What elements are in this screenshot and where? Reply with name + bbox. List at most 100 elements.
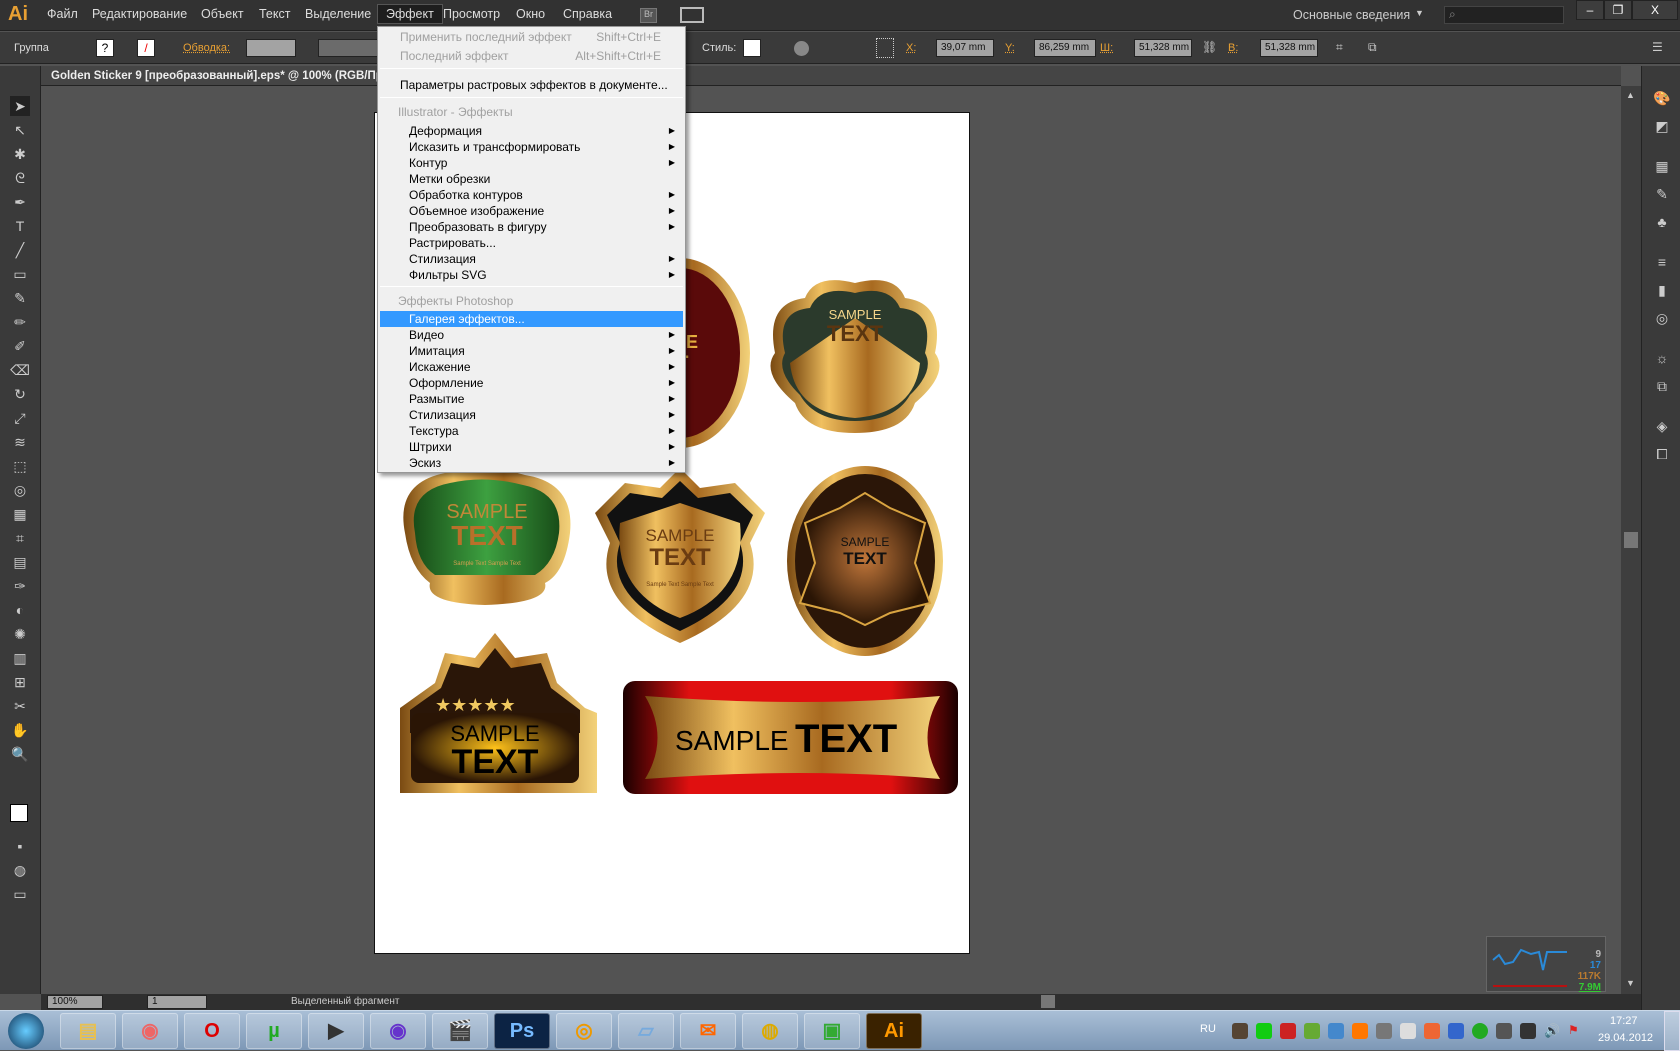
tray-globe-icon[interactable] (1232, 1023, 1248, 1039)
scroll-thumb[interactable] (1624, 532, 1638, 548)
search-input[interactable]: ⌕ (1444, 6, 1564, 24)
tray-red-app-icon[interactable] (1280, 1023, 1296, 1039)
mail-icon[interactable]: ✉ (680, 1013, 736, 1049)
sticker-brown-oval[interactable]: SAMPLE TEXT (787, 466, 943, 656)
brushes-icon[interactable]: ✎ (1652, 186, 1672, 206)
raster-effects-settings-item[interactable]: Параметры растровых эффектов в документе… (380, 77, 683, 93)
show-desktop-button[interactable] (1664, 1011, 1680, 1051)
isolate-icon[interactable]: ⧉ (1368, 40, 1377, 55)
screen-mode-icon[interactable]: ▭ (10, 884, 30, 904)
menu-file[interactable]: Файл (47, 7, 78, 21)
color-panel-icon[interactable]: 🎨 (1652, 90, 1672, 110)
panel-menu-icon[interactable]: ☰ (1652, 40, 1663, 54)
width-field[interactable]: 51,328 mm (1134, 39, 1192, 57)
effect-menu-item[interactable]: Стилизация ▶ (380, 251, 683, 267)
horizontal-scroll-thumb[interactable] (1041, 995, 1055, 1008)
photoshop-icon[interactable]: Ps (494, 1013, 550, 1049)
clock-time[interactable]: 17:27 (1610, 1015, 1638, 1027)
recolor-icon[interactable] (794, 41, 809, 56)
monitor-app-icon[interactable]: ▣ (804, 1013, 860, 1049)
layers-icon[interactable]: ◈ (1652, 418, 1672, 438)
effect-menu-item[interactable]: Имитация ▶ (380, 343, 683, 359)
line-tool-icon[interactable]: ╱ (10, 240, 30, 260)
effect-menu-item[interactable]: Растрировать... (380, 235, 683, 251)
scale-tool-icon[interactable]: ⤢ (10, 408, 30, 428)
brush-tool-icon[interactable]: ✎ (10, 288, 30, 308)
artboards-icon[interactable]: ⧠ (1652, 446, 1672, 466)
effect-menu-item[interactable]: Эскиз ▶ (380, 455, 683, 471)
mesh-tool-icon[interactable]: ⌗ (10, 528, 30, 548)
effect-menu-item[interactable]: Деформация ▶ (380, 123, 683, 139)
graphic-styles-icon[interactable]: ⧉ (1652, 378, 1672, 398)
effect-menu-item[interactable]: Контур ▶ (380, 155, 683, 171)
scroll-down-icon[interactable]: ▼ (1626, 978, 1635, 988)
zoom-tool-icon[interactable]: 🔍 (10, 744, 30, 764)
bridge-button[interactable]: Br (640, 8, 657, 23)
magic-wand-icon[interactable]: ✱ (10, 144, 30, 164)
perspective-grid-icon[interactable]: ▦ (10, 504, 30, 524)
eyedropper-icon[interactable]: ✑ (10, 576, 30, 596)
menu-text[interactable]: Текст (259, 7, 290, 21)
illustrator-taskbar-icon[interactable]: Ai (866, 1013, 922, 1049)
pencil-tool-icon[interactable]: ✏ (10, 312, 30, 332)
variable-width-profile[interactable] (318, 39, 378, 57)
type-tool-icon[interactable]: T (10, 216, 30, 236)
media-player-icon[interactable]: ▶ (308, 1013, 364, 1049)
tray-meter-icon[interactable] (1256, 1023, 1272, 1039)
start-button[interactable] (8, 1013, 44, 1049)
close-button[interactable]: X (1632, 0, 1678, 20)
tray-user-icon[interactable] (1376, 1023, 1392, 1039)
effect-menu-item[interactable]: Фильтры SVG ▶ (380, 267, 683, 283)
gradient-panel-icon[interactable]: ▮ (1652, 282, 1672, 302)
clock-date[interactable]: 29.04.2012 (1598, 1032, 1653, 1044)
status-text[interactable]: Выделенный фрагмент (291, 996, 399, 1007)
direct-selection-tool-icon[interactable]: ↖ (10, 120, 30, 140)
pen-tool-icon[interactable]: ✒ (10, 192, 30, 212)
color-guide-icon[interactable]: ◩ (1652, 118, 1672, 138)
rotate-tool-icon[interactable]: ↻ (10, 384, 30, 404)
globe-icon[interactable]: ◍ (742, 1013, 798, 1049)
effect-menu-item[interactable]: Текстура ▶ (380, 423, 683, 439)
fill-stroke-icon[interactable] (10, 804, 28, 822)
tray-app-icon[interactable] (1448, 1023, 1464, 1039)
page-field[interactable]: 1 (147, 995, 207, 1009)
tray-volume-icon[interactable]: 🔊 (1544, 1023, 1560, 1039)
artboard-tool-icon[interactable]: ⊞ (10, 672, 30, 692)
menu-window[interactable]: Окно (516, 7, 545, 21)
minimize-button[interactable]: – (1576, 0, 1604, 20)
sticker-green-shell[interactable]: SAMPLE TEXT Sample Text Sample Text (403, 468, 571, 605)
fill-swatch[interactable]: ? (96, 39, 114, 57)
menu-edit[interactable]: Редактирование (92, 7, 187, 21)
eraser-tool-icon[interactable]: ⌫ (10, 360, 30, 380)
tray-mail-icon[interactable] (1352, 1023, 1368, 1039)
link-icon[interactable]: ⛓ (1202, 40, 1217, 54)
transform-icon[interactable]: ⌗ (1336, 40, 1343, 55)
swatches-icon[interactable]: ▦ (1652, 158, 1672, 178)
effect-menu-item[interactable]: Размытие ▶ (380, 391, 683, 407)
x-field[interactable]: 39,07 mm (936, 39, 994, 57)
effect-menu-item[interactable]: Метки обрезки (380, 171, 683, 187)
utorrent-icon[interactable]: µ (246, 1013, 302, 1049)
stroke-panel-icon[interactable]: ≡ (1652, 254, 1672, 274)
tray-windows-update-icon[interactable] (1328, 1023, 1344, 1039)
stroke-weight-field[interactable] (246, 39, 296, 57)
language-indicator[interactable]: RU (1200, 1023, 1216, 1035)
zoom-field[interactable]: 100% (47, 995, 103, 1009)
warp-tool-icon[interactable]: ≋ (10, 432, 30, 452)
sticker-cloud[interactable]: SAMPLE TEXT (770, 280, 940, 433)
symbol-sprayer-icon[interactable]: ✺ (10, 624, 30, 644)
free-transform-icon[interactable]: ⬚ (10, 456, 30, 476)
effect-menu-item[interactable]: Галерея эффектов... (380, 311, 683, 327)
arrange-documents-icon[interactable] (680, 7, 704, 23)
restore-button[interactable]: ❐ (1604, 0, 1632, 20)
selection-tool-icon[interactable]: ➤ (10, 96, 30, 116)
transparency-icon[interactable]: ◎ (1652, 310, 1672, 330)
sticker-shield[interactable]: SAMPLE TEXT Sample Text Sample Text (595, 468, 765, 643)
tray-flash-icon[interactable] (1424, 1023, 1440, 1039)
tray-action-center-icon[interactable]: ⚑ (1568, 1023, 1584, 1039)
sticker-star-badge[interactable]: ★★★★★ SAMPLE TEXT (400, 633, 597, 793)
shape-builder-icon[interactable]: ◎ (10, 480, 30, 500)
explorer-icon[interactable]: ▤ (60, 1013, 116, 1049)
tray-nvidia-icon[interactable] (1304, 1023, 1320, 1039)
media-center-icon[interactable]: ◉ (370, 1013, 426, 1049)
